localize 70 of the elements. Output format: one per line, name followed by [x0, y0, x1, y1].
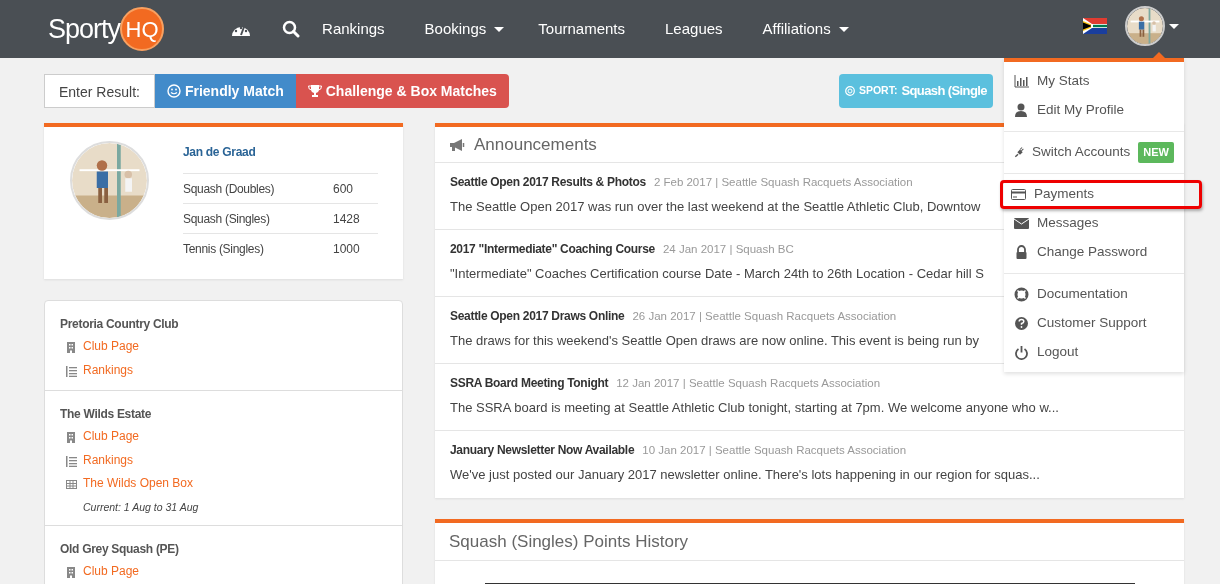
help-icon	[1014, 316, 1029, 331]
envelope-icon	[1014, 216, 1029, 231]
menu-item[interactable]: Logout	[1004, 338, 1184, 367]
announcement-title[interactable]: Seattle Open 2017 Draws Online	[450, 307, 625, 325]
announcement-meta: 24 Jan 2017 | Squash BC	[662, 242, 794, 257]
lock-icon	[1014, 245, 1029, 260]
menu-item[interactable]: Change Password	[1004, 238, 1184, 267]
announcement-title[interactable]: SSRA Board Meeting Tonight	[450, 374, 609, 392]
menu-item[interactable]: Documentation	[1004, 280, 1184, 309]
card-title: Announcements	[474, 133, 597, 156]
building-icon	[66, 342, 77, 354]
trophy-icon	[307, 84, 322, 98]
announcement-title[interactable]: January Newsletter Now Available	[450, 441, 635, 459]
announcement-meta: 10 Jan 2017 | Seattle Squash Racquets Association	[642, 443, 907, 458]
search-icon[interactable]	[282, 20, 301, 38]
rating-points: 1428	[333, 210, 360, 228]
menu-item[interactable]: Customer Support	[1004, 309, 1184, 338]
user-icon	[1014, 103, 1029, 118]
announcement-title[interactable]: 2017 "Intermediate" Coaching Course	[450, 240, 655, 258]
sport-name: Squash (Singles)	[183, 210, 271, 228]
smiley-icon	[166, 84, 181, 98]
challenge-button[interactable]: Challenge & Box Matches	[295, 74, 509, 108]
card-title: Squash (Singles) Points History	[449, 530, 689, 553]
club-name: The Wilds Estate	[60, 406, 153, 423]
plug-icon	[1014, 145, 1025, 160]
nav-link[interactable]: Bookings	[424, 17, 505, 41]
nav-link[interactable]: Tournaments	[538, 17, 626, 41]
rating-points: 600	[333, 180, 354, 198]
bar-chart-icon	[1014, 74, 1029, 89]
nav-link[interactable]: Rankings	[322, 17, 385, 41]
player-name-link[interactable]: Jan de Graad	[183, 141, 378, 173]
rating-points: 1000	[333, 240, 360, 258]
announcement-meta: 26 Jan 2017 | Seattle Squash Racquets Association	[632, 309, 897, 324]
nav-link[interactable]: Affiliations	[762, 17, 849, 41]
sport-name: Tennis (Singles)	[183, 240, 265, 258]
announcement-meta: 2 Feb 2017 | Seattle Squash Racquets Association	[653, 175, 913, 190]
credit-card-icon	[1011, 187, 1026, 202]
table-icon	[66, 479, 77, 491]
list-icon	[66, 455, 77, 467]
new-badge: NEW	[1138, 142, 1174, 163]
power-icon	[1014, 345, 1029, 360]
caret-icon	[1169, 23, 1179, 29]
announcement-title[interactable]: Seattle Open 2017 Results & Photos	[450, 173, 646, 191]
megaphone-icon	[449, 137, 466, 152]
announcement-text: We've just posted our January 2017 newsletter online. There's lots happening in our region for squas...	[450, 466, 1041, 485]
menu-item[interactable]: Switch Accounts NEW	[1004, 138, 1184, 167]
sport-name: Squash (Doubles)	[183, 180, 276, 198]
logo[interactable]: Sporty HQ	[48, 7, 165, 51]
building-icon	[66, 432, 77, 444]
menu-item[interactable]: Payments	[1000, 180, 1202, 209]
result-label: Enter Result:	[44, 74, 155, 108]
list-icon	[66, 365, 77, 377]
friendly-match-button[interactable]: Friendly Match	[154, 74, 296, 108]
ball-icon	[844, 86, 855, 96]
nav-link[interactable]: Leagues	[665, 17, 723, 41]
club-name: Pretoria Country Club	[60, 316, 180, 333]
announcement-text: The draws for this weekend's Seattle Open draws are now online. This event is being run by	[450, 332, 981, 351]
flag-icon	[1083, 18, 1107, 34]
building-icon	[66, 567, 77, 579]
life-ring-icon	[1014, 287, 1029, 302]
menu-item[interactable]: Messages	[1004, 209, 1184, 238]
club-name: Old Grey Squash (PE)	[60, 541, 180, 559]
announcement-text: The Seattle Open 2017 was run over the last weekend at the Seattle Athletic Club, Downtow	[450, 198, 982, 217]
announcement-meta: 12 Jan 2017 | Seattle Squash Racquets Association	[616, 376, 881, 391]
menu-item[interactable]: My Stats	[1004, 67, 1184, 96]
announcement-text: The SSRA board is meeting at Seattle Athletic Club tonight, starting at 7pm. We welcome anyone who w...	[450, 399, 1060, 418]
box-dates: Current: 1 Aug to 31 Aug	[83, 499, 200, 515]
menu-item[interactable]: Edit My Profile	[1004, 96, 1184, 125]
user-menu-toggle[interactable]	[1125, 6, 1179, 46]
announcement-text: "Intermediate" Coaches Certification course Date - March 24th to 26th Location - Cedar hill S	[450, 265, 985, 284]
